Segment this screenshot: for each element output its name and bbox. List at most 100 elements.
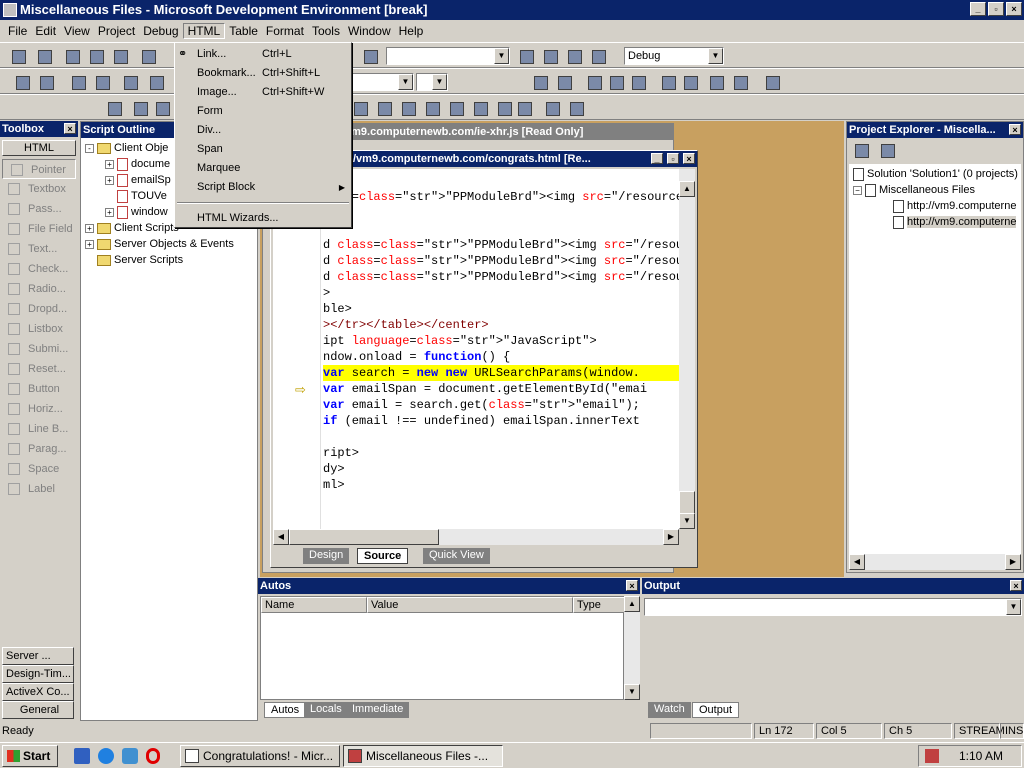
expand-icon[interactable]: -: [85, 143, 94, 153]
menu-help[interactable]: Help: [395, 24, 428, 38]
code-line[interactable]: d class=class="str">"PPModuleBrd"><img s…: [323, 269, 679, 285]
code-line[interactable]: [323, 221, 679, 237]
design-tool-2-icon[interactable]: [374, 98, 394, 118]
editor-hscroll[interactable]: ◀ ▶: [273, 529, 679, 545]
lock-icon[interactable]: [92, 72, 112, 92]
scroll-left-button[interactable]: ◀: [273, 529, 289, 545]
expand-icon[interactable]: +: [105, 159, 114, 169]
toolbox-item[interactable]: Space: [0, 459, 78, 479]
toolbox-item[interactable]: Text...: [0, 239, 78, 259]
toolbox-bottom-tab[interactable]: Design-Tim...: [2, 665, 74, 683]
quicklaunch-opera-icon[interactable]: [146, 748, 160, 764]
expand-icon[interactable]: +: [85, 239, 94, 249]
open-icon[interactable]: [62, 46, 82, 66]
quicklaunch-ie-icon[interactable]: [98, 748, 114, 764]
code-line[interactable]: var search = new new URLSearchParams(win…: [323, 365, 679, 381]
pe-properties-icon[interactable]: [851, 140, 871, 160]
code-line[interactable]: ble>: [323, 301, 679, 317]
output-close-icon[interactable]: ×: [1010, 580, 1022, 591]
menu-view[interactable]: View: [60, 24, 94, 38]
project-explorer-close-icon[interactable]: ×: [1009, 124, 1021, 135]
doc-minimize-button[interactable]: _: [651, 153, 663, 164]
quicklaunch-desktop-icon[interactable]: [74, 748, 90, 764]
menu-edit[interactable]: Edit: [31, 24, 60, 38]
numbered-list-icon[interactable]: [658, 72, 678, 92]
menu-table[interactable]: Table: [225, 24, 262, 38]
menu-item-script-block[interactable]: Script Block ▶: [175, 178, 351, 197]
find-icon[interactable]: [360, 46, 380, 66]
close-button[interactable]: ×: [1006, 2, 1022, 16]
autos-vscroll[interactable]: ▲ ▼: [624, 596, 640, 700]
toolbox-item[interactable]: Reset...: [0, 359, 78, 379]
toolbox-item[interactable]: Pass...: [0, 199, 78, 219]
solution-explorer-icon[interactable]: [516, 46, 536, 66]
toolbox-bottom-tab[interactable]: ActiveX Co...: [2, 683, 74, 701]
autos-col-type[interactable]: Type: [573, 597, 625, 613]
toolbox-bottom-tab[interactable]: Server ...: [2, 647, 74, 665]
toolbox-bottom-tab[interactable]: General: [2, 701, 74, 719]
autos-scroll-down-button[interactable]: ▼: [624, 684, 640, 700]
toolbox-item[interactable]: File Field: [0, 219, 78, 239]
code-line[interactable]: var emailSpan = document.getElementById(…: [323, 381, 679, 397]
step-into-icon[interactable]: [152, 98, 172, 118]
tab-immediate[interactable]: Immediate: [346, 702, 410, 718]
toolbox-item[interactable]: Radio...: [0, 279, 78, 299]
collapse-icon[interactable]: −: [853, 185, 862, 195]
code-line[interactable]: ></tr></table></center>: [323, 317, 679, 333]
doc-close-button[interactable]: ×: [683, 153, 695, 164]
toolbox-item[interactable]: Line B...: [0, 419, 78, 439]
toolbox-item[interactable]: Submi...: [0, 339, 78, 359]
menu-file[interactable]: File: [4, 24, 31, 38]
position-icon[interactable]: [68, 72, 88, 92]
design-tool-10-icon[interactable]: [566, 98, 586, 118]
menu-item-marquee[interactable]: Marquee: [175, 159, 351, 178]
tab-autos[interactable]: Autos: [264, 702, 307, 718]
save-all-icon[interactable]: [110, 46, 130, 66]
code-line[interactable]: var email = search.get(class="str">"emai…: [323, 397, 679, 413]
code-line[interactable]: dy>: [323, 461, 679, 477]
code-line[interactable]: [323, 173, 679, 189]
expand-icon[interactable]: +: [105, 207, 114, 217]
task-list-icon[interactable]: [588, 46, 608, 66]
toolbox-item[interactable]: Listbox: [0, 319, 78, 339]
menu-item-bookmark[interactable]: Bookmark... Ctrl+Shift+L: [175, 64, 351, 83]
design-tool-1-icon[interactable]: [350, 98, 370, 118]
toolbox-item[interactable]: Label: [0, 479, 78, 499]
maximize-button[interactable]: ▫: [988, 2, 1004, 16]
code-line[interactable]: [323, 429, 679, 445]
pe-scroll-left-button[interactable]: ◀: [849, 554, 865, 570]
autos-close-icon[interactable]: ×: [626, 580, 638, 591]
code-line[interactable]: d class=class="str">"PPModuleBrd"><img s…: [323, 237, 679, 253]
find-combo[interactable]: ▼: [386, 47, 510, 65]
expand-icon[interactable]: +: [85, 223, 94, 233]
pe-hscroll[interactable]: ◀ ▶: [849, 554, 1021, 570]
tab-output[interactable]: Output: [692, 702, 740, 718]
menu-html[interactable]: HTML: [182, 23, 226, 39]
align-icon[interactable]: [120, 72, 140, 92]
design-tool-7-icon[interactable]: [494, 98, 514, 118]
link-icon[interactable]: [762, 72, 782, 92]
quicklaunch-app-icon[interactable]: [122, 748, 138, 764]
tab-watch[interactable]: Watch: [648, 702, 691, 718]
layout-icon[interactable]: [12, 72, 32, 92]
pe-scroll-right-button[interactable]: ▶: [1005, 554, 1021, 570]
clock[interactable]: 1:10 AM: [959, 749, 1003, 763]
properties-icon[interactable]: [540, 46, 560, 66]
toolbox-item[interactable]: Dropd...: [0, 299, 78, 319]
menu-item-link[interactable]: ⚭ Link... Ctrl+L: [175, 45, 351, 64]
design-tool-6-icon[interactable]: [470, 98, 490, 118]
task-misc-files[interactable]: Miscellaneous Files -...: [343, 745, 503, 767]
code-line[interactable]: >: [323, 285, 679, 301]
expand-icon[interactable]: +: [105, 175, 114, 185]
menu-item-div[interactable]: Div...: [175, 121, 351, 140]
tab-source[interactable]: Source: [357, 548, 409, 564]
menu-debug[interactable]: Debug: [139, 24, 182, 38]
design-tool-3-icon[interactable]: [398, 98, 418, 118]
outline-node[interactable]: + Server Objects & Events: [85, 236, 257, 252]
show-next-icon[interactable]: [130, 98, 150, 118]
toolbox-icon[interactable]: [564, 46, 584, 66]
design-tool-9-icon[interactable]: [542, 98, 562, 118]
file-node-2[interactable]: http://vm9.computerne: [849, 214, 1021, 230]
tab-quick-view[interactable]: Quick View: [423, 548, 490, 564]
autos-col-name[interactable]: Name: [261, 597, 367, 613]
